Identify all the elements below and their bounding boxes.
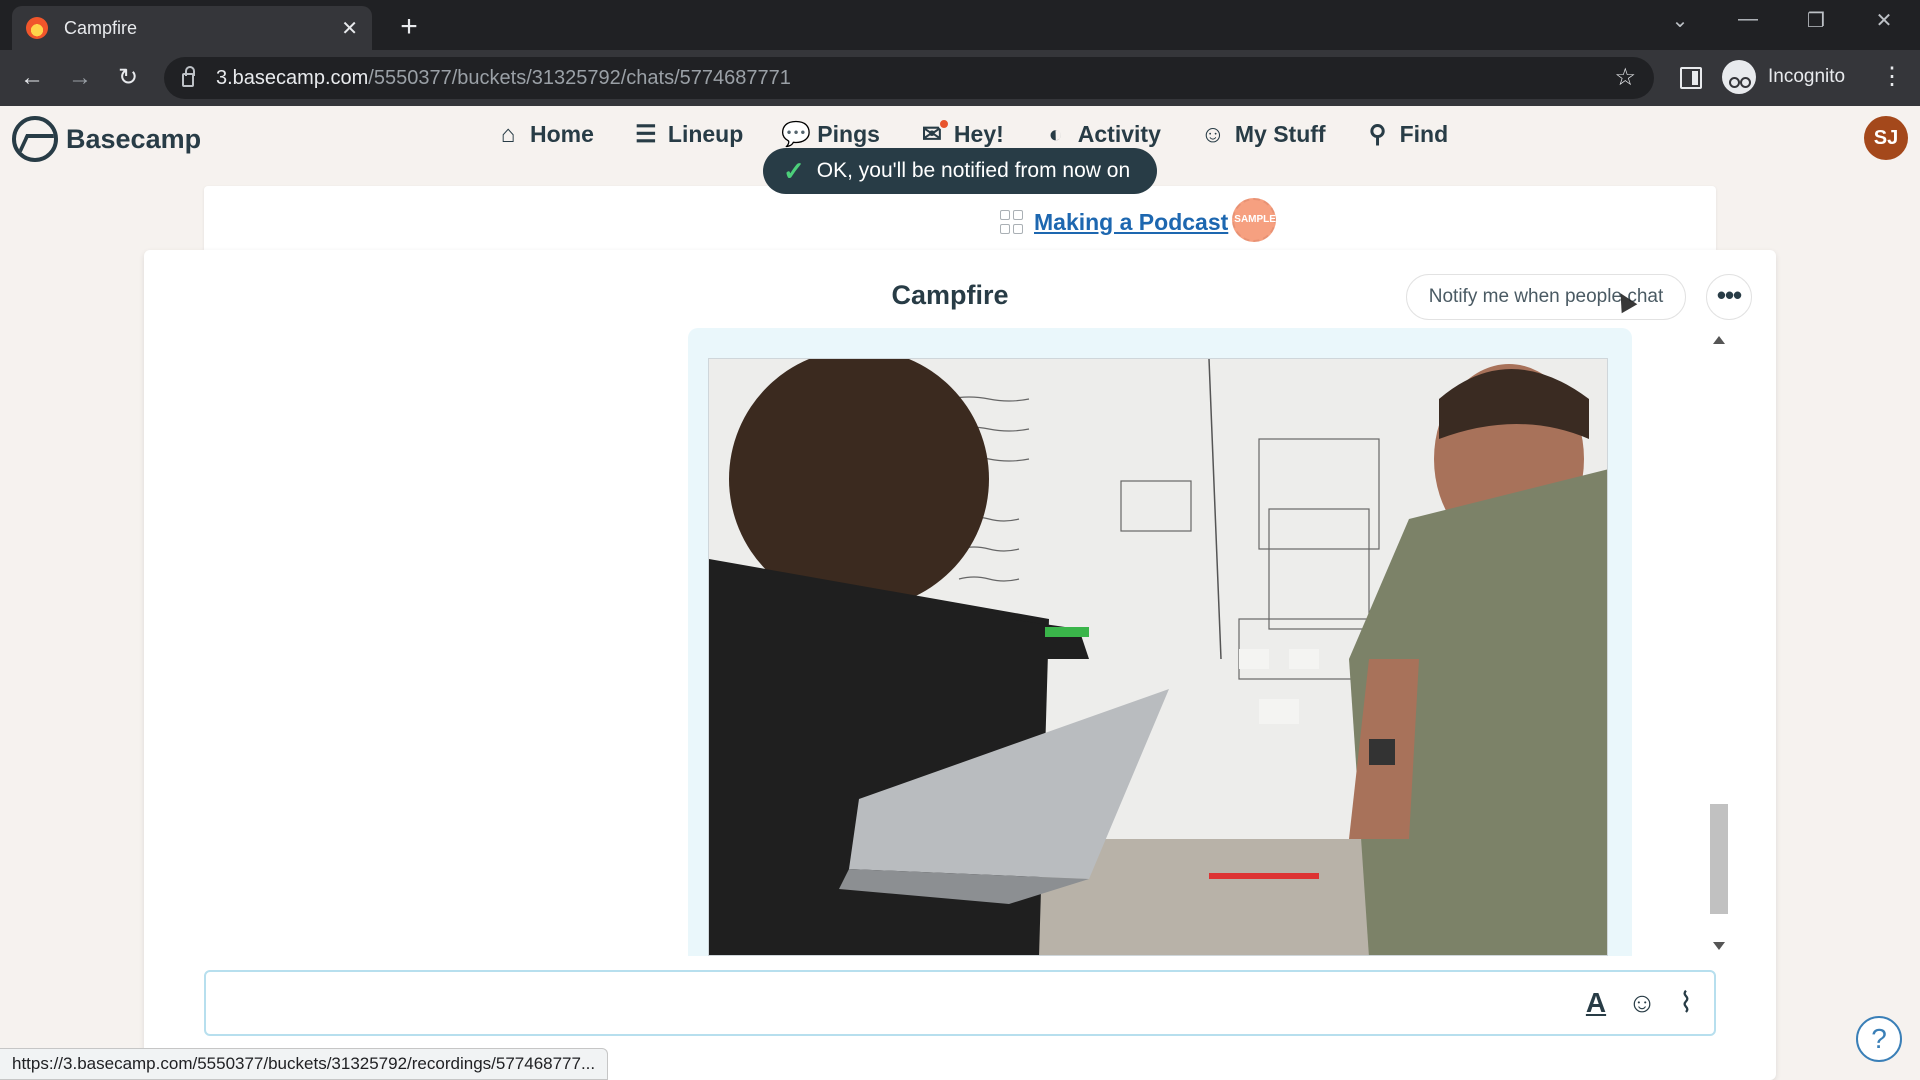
- project-header: Making a Podcast SAMPLE: [204, 186, 1716, 250]
- browser-menu-icon[interactable]: ⋮: [1880, 62, 1904, 91]
- activity-icon: ◐: [1048, 120, 1064, 148]
- browser-tab-bar: Campfire ✕ + ⌄ — ❐ ✕: [0, 0, 1920, 50]
- pings-icon: 💬: [781, 121, 812, 148]
- whiteboard-photo: [709, 359, 1607, 955]
- status-bar-url: https://3.basecamp.com/5550377/buckets/3…: [0, 1048, 609, 1080]
- minimize-icon[interactable]: —: [1728, 8, 1768, 31]
- notify-me-button[interactable]: Notify me when people chat: [1406, 274, 1686, 320]
- back-icon[interactable]: ←: [16, 62, 48, 94]
- nav-items: ⌂ Home ☰ Lineup 💬 Pings ✉ Hey! ◐ Activit…: [494, 118, 1486, 149]
- attachment-paperclip-icon[interactable]: ⌇: [1670, 986, 1702, 1020]
- new-tab-button[interactable]: +: [392, 10, 426, 44]
- nav-pings-label: Pings: [817, 121, 880, 147]
- nav-my-stuff-label: My Stuff: [1234, 121, 1326, 147]
- scrollbar-thumb[interactable]: [1710, 804, 1728, 914]
- campfire-favicon-icon: [26, 17, 48, 39]
- incognito-icon: [1722, 60, 1756, 94]
- lineup-icon: ☰: [635, 121, 657, 148]
- checkmark-icon: ✓: [783, 155, 805, 186]
- scroll-up-arrow-icon[interactable]: [1713, 336, 1725, 344]
- bookmark-star-icon[interactable]: ☆: [1614, 63, 1636, 92]
- nav-lineup-label: Lineup: [667, 121, 744, 147]
- avatar[interactable]: SJ: [1864, 116, 1908, 160]
- nav-my-stuff[interactable]: ☺ My Stuff: [1199, 120, 1326, 149]
- emoji-icon[interactable]: ☺: [1626, 986, 1658, 1020]
- tab-close-icon[interactable]: ✕: [341, 16, 358, 41]
- more-options-button[interactable]: •••: [1706, 274, 1752, 320]
- my-stuff-icon: ☺: [1200, 120, 1226, 148]
- url-path: /5550377/buckets/31325792/chats/57746877…: [368, 66, 791, 89]
- lock-icon[interactable]: [182, 66, 195, 87]
- browser-toolbar: ← → ↻ 3.basecamp.com /5550377/buckets/31…: [0, 50, 1920, 106]
- side-panel-icon[interactable]: [1680, 67, 1702, 89]
- incognito-profile-button[interactable]: Incognito: [1722, 60, 1845, 94]
- nav-hey[interactable]: ✉ Hey!: [918, 118, 1004, 149]
- tab-search-icon[interactable]: ⌄: [1660, 8, 1700, 33]
- chat-transcript[interactable]: [144, 328, 1776, 956]
- nav-find-label: Find: [1399, 121, 1449, 147]
- brand-name: Basecamp: [66, 123, 202, 154]
- url-host: 3.basecamp.com: [216, 66, 369, 89]
- nav-hey-label: Hey!: [953, 121, 1004, 147]
- forward-icon[interactable]: →: [64, 62, 96, 94]
- restore-icon[interactable]: ❐: [1796, 8, 1836, 33]
- nav-home-label: Home: [530, 121, 594, 147]
- nav-activity-label: Activity: [1077, 121, 1161, 147]
- basecamp-logo-icon: [12, 116, 58, 162]
- project-link[interactable]: Making a Podcast: [1034, 209, 1228, 236]
- chat-composer-input[interactable]: A ☺ ⌇: [204, 970, 1716, 1036]
- toast-message: OK, you'll be notified from now on: [816, 159, 1131, 182]
- chat-scrollbar[interactable]: [1708, 336, 1730, 950]
- reload-icon[interactable]: ↻: [112, 62, 144, 94]
- message-image-attachment[interactable]: [708, 358, 1608, 956]
- nav-pings[interactable]: 💬 Pings: [781, 120, 880, 149]
- address-bar[interactable]: 3.basecamp.com /5550377/buckets/31325792…: [164, 57, 1654, 99]
- help-button[interactable]: ?: [1856, 1016, 1902, 1062]
- nav-home[interactable]: ⌂ Home: [494, 120, 594, 149]
- sample-badge: SAMPLE: [1232, 198, 1277, 242]
- project-breadcrumb: Making a Podcast SAMPLE: [1000, 198, 1277, 242]
- campfire-panel: Campfire Notify me when people chat •••: [144, 250, 1776, 1080]
- nav-lineup[interactable]: ☰ Lineup: [632, 120, 743, 149]
- tab-title: Campfire: [64, 17, 138, 38]
- chat-message: [688, 328, 1632, 956]
- basecamp-logo[interactable]: Basecamp: [12, 116, 201, 162]
- nav-activity[interactable]: ◐ Activity: [1042, 120, 1161, 149]
- project-grid-icon: [1000, 210, 1024, 234]
- text-formatting-icon[interactable]: A: [1580, 986, 1612, 1020]
- incognito-label: Incognito: [1768, 66, 1846, 87]
- home-icon: ⌂: [500, 120, 516, 148]
- nav-find[interactable]: ⚲ Find: [1364, 120, 1449, 149]
- notification-dot: [937, 118, 950, 130]
- scroll-down-arrow-icon[interactable]: [1713, 942, 1725, 950]
- search-icon: ⚲: [1368, 121, 1387, 148]
- close-window-icon[interactable]: ✕: [1864, 8, 1904, 33]
- notification-toast: ✓ OK, you'll be notified from now on: [763, 148, 1157, 194]
- browser-tab[interactable]: Campfire ✕: [12, 6, 372, 50]
